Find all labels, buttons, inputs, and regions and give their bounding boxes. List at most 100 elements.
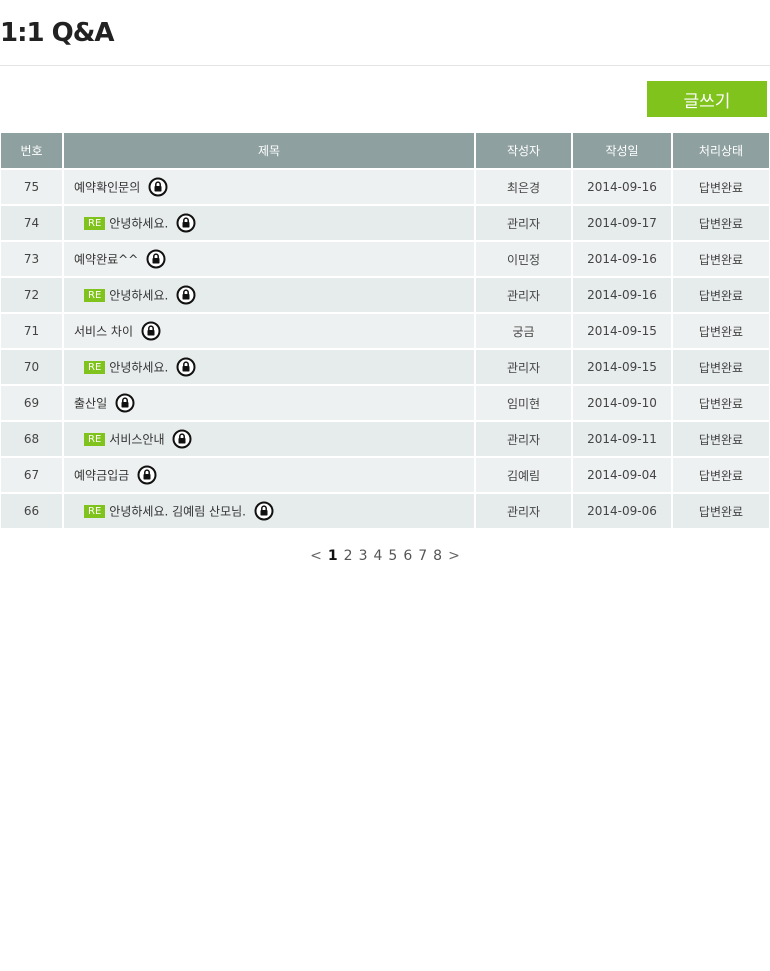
cell-subject[interactable]: 예약확인문의: [64, 170, 474, 206]
page-link-8[interactable]: 8: [433, 548, 442, 564]
cell-no: 69: [1, 386, 62, 422]
cell-subject[interactable]: 서비스 차이: [64, 314, 474, 350]
cell-date: 2014-09-16: [573, 278, 671, 314]
table-row[interactable]: 75 예약확인문의 최은경 2014-09-16 답변완료: [1, 170, 769, 206]
cell-status: 답변완료: [673, 170, 769, 206]
cell-author: 관리자: [476, 350, 571, 386]
cell-date: 2014-09-04: [573, 458, 671, 494]
page-link-1[interactable]: 1: [328, 548, 338, 564]
cell-date: 2014-09-17: [573, 206, 671, 242]
page-link-3[interactable]: 3: [359, 548, 368, 564]
table-row[interactable]: 74 RE 안녕하세요. 관리자 2014-09-17 답변완료: [1, 206, 769, 242]
cell-author: 최은경: [476, 170, 571, 206]
post-subject-link[interactable]: 서비스안내: [109, 433, 164, 447]
cell-no: 67: [1, 458, 62, 494]
lock-icon: [148, 177, 168, 197]
cell-status: 답변완료: [673, 314, 769, 350]
cell-date: 2014-09-11: [573, 422, 671, 458]
post-subject-link[interactable]: 예약확인문의: [74, 181, 140, 195]
table-row[interactable]: 68 RE 서비스안내 관리자 2014-09-11 답변완료: [1, 422, 769, 458]
cell-author: 관리자: [476, 494, 571, 530]
prev-page-arrow[interactable]: <: [310, 548, 322, 564]
cell-subject[interactable]: 예약금입금: [64, 458, 474, 494]
page-title: 1:1 Q&A: [0, 18, 115, 48]
post-subject-link[interactable]: 서비스 차이: [74, 325, 133, 339]
lock-icon: [254, 501, 274, 521]
table-row[interactable]: 69 출산일 임미현 2014-09-10 답변완료: [1, 386, 769, 422]
header-author: 작성자: [476, 133, 571, 170]
lock-icon: [115, 393, 135, 413]
reply-badge: RE: [84, 360, 106, 374]
table-row[interactable]: 71 서비스 차이 궁금 2014-09-15 답변완료: [1, 314, 769, 350]
header-status: 처리상태: [673, 133, 769, 170]
cell-no: 70: [1, 350, 62, 386]
cell-status: 답변완료: [673, 458, 769, 494]
reply-badge: RE: [84, 504, 106, 518]
cell-author: 이민정: [476, 242, 571, 278]
cell-author: 관리자: [476, 422, 571, 458]
page-link-7[interactable]: 7: [418, 548, 427, 564]
table-row[interactable]: 70 RE 안녕하세요. 관리자 2014-09-15 답변완료: [1, 350, 769, 386]
post-subject-link[interactable]: 출산일: [74, 397, 107, 411]
cell-no: 72: [1, 278, 62, 314]
post-subject-link[interactable]: 예약금입금: [74, 469, 129, 483]
cell-author: 김예림: [476, 458, 571, 494]
cell-subject[interactable]: RE 안녕하세요. 김예림 산모님.: [64, 494, 474, 530]
table-row[interactable]: 67 예약금입금 김예림 2014-09-04 답변완료: [1, 458, 769, 494]
cell-no: 66: [1, 494, 62, 530]
reply-badge: RE: [84, 432, 106, 446]
page-link-4[interactable]: 4: [373, 548, 382, 564]
table-row[interactable]: 66 RE 안녕하세요. 김예림 산모님. 관리자 2014-09-06 답변완료: [1, 494, 769, 530]
cell-author: 관리자: [476, 206, 571, 242]
cell-status: 답변완료: [673, 242, 769, 278]
cell-date: 2014-09-06: [573, 494, 671, 530]
cell-subject[interactable]: RE 안녕하세요.: [64, 350, 474, 386]
lock-icon: [146, 249, 166, 269]
page-link-6[interactable]: 6: [403, 548, 412, 564]
post-subject-link[interactable]: 안녕하세요. 김예림 산모님.: [109, 505, 246, 519]
cell-no: 74: [1, 206, 62, 242]
lock-icon: [176, 357, 196, 377]
page-link-5[interactable]: 5: [388, 548, 397, 564]
lock-icon: [172, 429, 192, 449]
post-subject-link[interactable]: 안녕하세요.: [109, 361, 168, 375]
next-page-arrow[interactable]: >: [448, 548, 460, 564]
post-subject-link[interactable]: 예약완료^^: [74, 253, 138, 267]
cell-subject[interactable]: 출산일: [64, 386, 474, 422]
write-button[interactable]: 글쓰기: [647, 81, 767, 117]
cell-no: 68: [1, 422, 62, 458]
cell-status: 답변완료: [673, 494, 769, 530]
header-subject: 제목: [64, 133, 474, 170]
cell-date: 2014-09-15: [573, 350, 671, 386]
lock-icon: [141, 321, 161, 341]
cell-status: 답변완료: [673, 386, 769, 422]
cell-subject[interactable]: 예약완료^^: [64, 242, 474, 278]
cell-subject[interactable]: RE 안녕하세요.: [64, 206, 474, 242]
cell-no: 73: [1, 242, 62, 278]
table-row[interactable]: 73 예약완료^^ 이민정 2014-09-16 답변완료: [1, 242, 769, 278]
table-row[interactable]: 72 RE 안녕하세요. 관리자 2014-09-16 답변완료: [1, 278, 769, 314]
lock-icon: [176, 285, 196, 305]
lock-icon: [137, 465, 157, 485]
cell-author: 궁금: [476, 314, 571, 350]
qna-table: 번호 제목 작성자 작성일 처리상태 75 예약확인문의 최은경 2014-09-16…: [0, 133, 770, 530]
cell-author: 임미현: [476, 386, 571, 422]
cell-subject[interactable]: RE 서비스안내: [64, 422, 474, 458]
post-subject-link[interactable]: 안녕하세요.: [109, 289, 168, 303]
cell-date: 2014-09-10: [573, 386, 671, 422]
cell-subject[interactable]: RE 안녕하세요.: [64, 278, 474, 314]
table-header-row: 번호 제목 작성자 작성일 처리상태: [1, 133, 769, 170]
cell-status: 답변완료: [673, 422, 769, 458]
title-divider: [0, 65, 770, 66]
cell-status: 답변완료: [673, 350, 769, 386]
reply-badge: RE: [84, 288, 106, 302]
page-link-2[interactable]: 2: [344, 548, 353, 564]
cell-author: 관리자: [476, 278, 571, 314]
cell-date: 2014-09-16: [573, 170, 671, 206]
cell-date: 2014-09-15: [573, 314, 671, 350]
post-subject-link[interactable]: 안녕하세요.: [109, 217, 168, 231]
table-body: 75 예약확인문의 최은경 2014-09-16 답변완료 74 RE 안녕하세요. 관리자 20…: [1, 170, 769, 530]
reply-badge: RE: [84, 216, 106, 230]
lock-icon: [176, 213, 196, 233]
pagination: <1 2 3 4 5 6 7 8 >: [0, 548, 770, 564]
